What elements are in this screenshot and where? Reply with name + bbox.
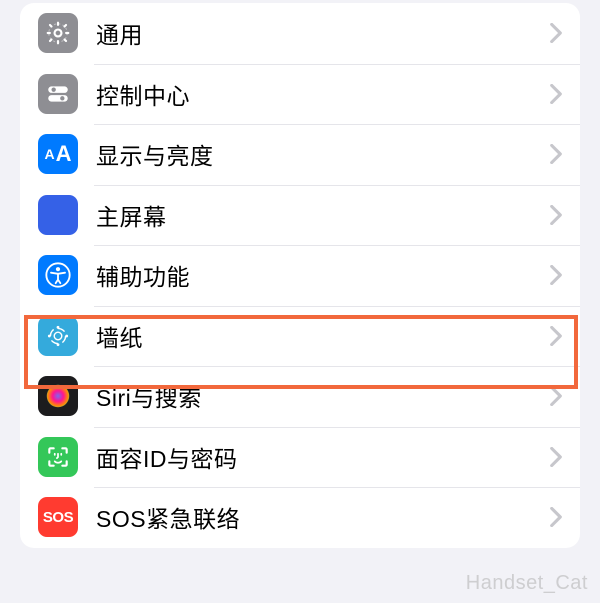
settings-row-label: 控制中心: [96, 77, 550, 111]
settings-row-label: 显示与亮度: [96, 137, 550, 171]
chevron-right-icon: [550, 507, 562, 527]
gear-icon: [38, 13, 78, 53]
chevron-right-icon: [550, 205, 562, 225]
chevron-right-icon: [550, 326, 562, 346]
faceid-icon: [38, 437, 78, 477]
settings-row-wallpaper[interactable]: 墙纸: [20, 306, 580, 367]
settings-row-label: 通用: [96, 16, 550, 50]
settings-row-siri-search[interactable]: Siri与搜索: [20, 366, 580, 427]
home-grid-icon: [38, 195, 78, 235]
wallpaper-icon: [38, 316, 78, 356]
settings-row-emergency-sos[interactable]: SOS SOS紧急联络: [20, 487, 580, 548]
settings-row-faceid-passcode[interactable]: 面容ID与密码: [20, 427, 580, 488]
settings-row-label: 辅助功能: [96, 258, 550, 292]
settings-row-label: Siri与搜索: [96, 379, 550, 413]
settings-row-home-screen[interactable]: 主屏幕: [20, 185, 580, 246]
chevron-right-icon: [550, 23, 562, 43]
sos-icon-text: SOS: [43, 509, 73, 526]
sos-icon: SOS: [38, 497, 78, 537]
settings-row-label: 墙纸: [96, 319, 550, 353]
chevron-right-icon: [550, 265, 562, 285]
settings-row-accessibility[interactable]: 辅助功能: [20, 245, 580, 306]
siri-icon: [38, 376, 78, 416]
accessibility-icon: [38, 255, 78, 295]
text-size-icon: AA: [38, 134, 78, 174]
toggles-icon: [38, 74, 78, 114]
settings-row-label: 面容ID与密码: [96, 440, 550, 474]
chevron-right-icon: [550, 386, 562, 406]
settings-row-general[interactable]: 通用: [20, 3, 580, 64]
settings-row-control-center[interactable]: 控制中心: [20, 64, 580, 125]
watermark-text: Handset_Cat: [466, 572, 588, 595]
chevron-right-icon: [550, 144, 562, 164]
settings-list: 通用 控制中心 AA 显示与亮度: [20, 3, 580, 548]
chevron-right-icon: [550, 84, 562, 104]
settings-row-display-brightness[interactable]: AA 显示与亮度: [20, 124, 580, 185]
chevron-right-icon: [550, 447, 562, 467]
settings-row-label: SOS紧急联络: [96, 500, 550, 534]
settings-row-label: 主屏幕: [96, 198, 550, 232]
